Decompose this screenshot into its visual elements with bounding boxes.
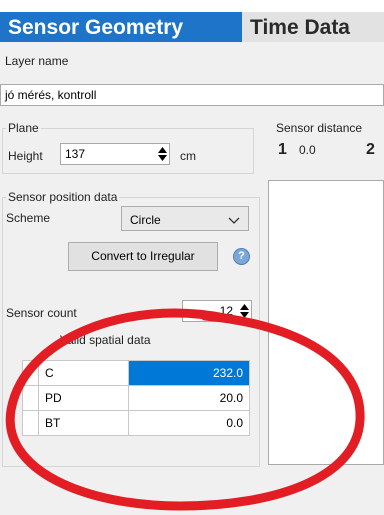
sensor-distance-panel: [268, 180, 384, 465]
sensor-distance-index-2: 2: [366, 141, 375, 158]
row-name: BT: [38, 410, 129, 436]
valid-spatial-data-label: Valid spatial data: [60, 333, 151, 347]
layer-name-input[interactable]: jó mérés, kontroll: [0, 84, 384, 106]
sensor-count-label: Sensor count: [6, 306, 77, 320]
height-label: Height: [8, 149, 43, 163]
row-header: [22, 410, 39, 436]
row-name: PD: [38, 385, 129, 411]
table-row[interactable]: C 232.0: [22, 360, 250, 386]
convert-to-irregular-button[interactable]: Convert to Irregular: [68, 242, 218, 271]
tab-time-data[interactable]: Time Data: [242, 12, 384, 42]
tab-sensor-geometry[interactable]: Sensor Geometry: [0, 12, 242, 42]
row-pointer-icon: [22, 360, 39, 386]
sensor-count-spinner[interactable]: 12: [182, 300, 252, 322]
scheme-value: Circle: [130, 213, 161, 227]
table-row[interactable]: PD 20.0: [22, 385, 250, 411]
plane-group-label: Plane: [6, 121, 41, 135]
sensor-distance-index-1: 1: [278, 141, 287, 158]
height-spinner[interactable]: 137: [60, 143, 170, 165]
row-name: C: [38, 360, 129, 386]
row-header: [22, 385, 39, 411]
help-icon[interactable]: ?: [233, 248, 250, 265]
tab-bar: Sensor Geometry Time Data: [0, 12, 384, 42]
scheme-select[interactable]: Circle: [121, 206, 249, 231]
spin-arrows-icon[interactable]: [156, 144, 169, 164]
row-value-cell[interactable]: 232.0: [128, 360, 250, 386]
sensor-count-value: 12: [219, 304, 233, 318]
spin-arrows-icon[interactable]: [238, 301, 251, 321]
chevron-down-icon: [228, 214, 240, 228]
height-value: 137: [65, 147, 86, 161]
row-value-cell[interactable]: 20.0: [128, 385, 250, 411]
scheme-label: Scheme: [6, 211, 51, 225]
layer-name-label: Layer name: [5, 54, 69, 68]
row-value-cell[interactable]: 0.0: [128, 410, 250, 436]
table-row[interactable]: BT 0.0: [22, 410, 250, 436]
sensor-position-group-label: Sensor position data: [6, 190, 120, 204]
sensor-distance-value-1: 0.0: [299, 143, 316, 157]
spatial-data-grid: C 232.0 PD 20.0 BT 0.0: [22, 360, 250, 436]
height-unit: cm: [180, 149, 196, 163]
sensor-distance-label: Sensor distance: [276, 121, 363, 135]
